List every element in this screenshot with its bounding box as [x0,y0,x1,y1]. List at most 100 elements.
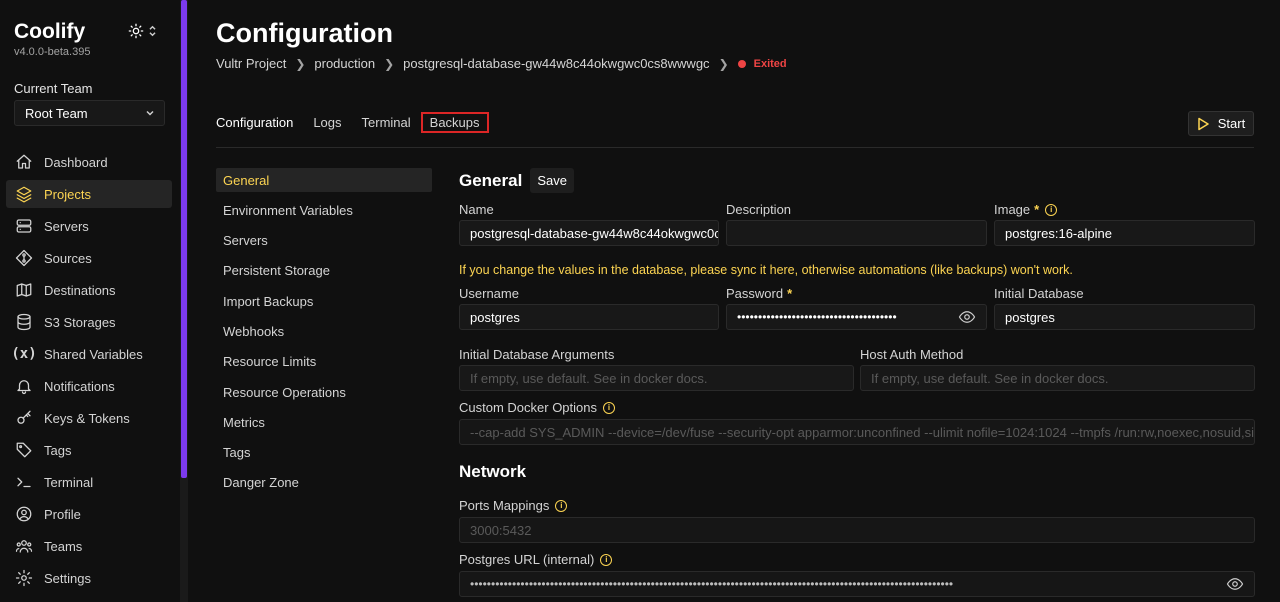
sidebar-item-settings[interactable]: Settings [6,564,172,592]
sidebar-item-keys-tokens[interactable]: Keys & Tokens [6,404,172,432]
breadcrumb-resource[interactable]: postgresql-database-gw44w8c44okwgwc0cs8w… [403,56,709,71]
image-label-text: Image [994,202,1031,217]
sidebar-item-servers[interactable]: Servers [6,212,172,240]
password-input[interactable]: •••••••••••••••••••••••••••••••••••••• [726,304,987,330]
sidebar-item-terminal[interactable]: Terminal [6,468,172,496]
info-icon[interactable]: i [600,553,613,566]
sidebar-item-tags[interactable]: Tags [6,436,172,464]
chevron-down-icon [146,110,154,116]
users-icon [14,536,34,556]
start-button[interactable]: Start [1188,111,1254,136]
info-icon[interactable]: i [603,401,615,414]
tab-logs[interactable]: Logs [313,115,341,130]
app-logo[interactable]: Coolify [14,20,85,44]
resource-tabs: Configuration Logs Terminal Backups [216,112,509,133]
status-dot-icon [737,59,746,68]
key-icon [14,408,34,428]
sidebar-item-sources[interactable]: Sources [6,244,172,272]
sidebar-item-label: S3 Storages [44,314,116,330]
sidebar-item-label: Profile [44,506,81,522]
eye-icon[interactable] [1226,575,1244,593]
tab-terminal[interactable]: Terminal [362,115,411,130]
sidebar-item-destinations[interactable]: Destinations [6,276,172,304]
subnav-item-danger-zone[interactable]: Danger Zone [216,471,432,495]
map-icon [14,280,34,300]
subnav-item-servers[interactable]: Servers [216,229,432,253]
database-icon [14,312,34,332]
initial-database-label-text: Initial Database [994,286,1084,301]
username-input[interactable]: postgres [459,304,719,330]
sidebar-item-notifications[interactable]: Notifications [6,372,172,400]
tab-backups[interactable]: Backups [420,112,489,133]
description-input[interactable] [726,220,987,246]
subnav-item-general[interactable]: General [216,168,432,192]
sync-warning: If you change the values in the database… [459,263,1073,277]
ports-mappings-input[interactable]: 3000:5432 [459,517,1255,543]
postgres-url-input[interactable]: ••••••••••••••••••••••••••••••••••••••••… [459,571,1255,597]
user-icon [14,504,34,524]
sidebar-item-label: Terminal [44,474,94,490]
general-title: General [459,170,523,190]
subnav-item-persistent-storage[interactable]: Persistent Storage [216,259,432,283]
app-root: Coolify v4.0.0-beta.395 Current Team Roo… [0,0,1280,602]
host-auth-label-text: Host Auth Method [860,347,964,362]
sidebar-item-label: Tags [44,442,72,458]
initial-database-input[interactable]: postgres [994,304,1255,330]
team-select-value: Root Team [25,105,88,121]
host-auth-input[interactable]: If empty, use default. See in docker doc… [860,365,1255,391]
subnav-item-environment-variables[interactable]: Environment Variables [216,198,432,222]
init-args-input[interactable]: If empty, use default. See in docker doc… [459,365,854,391]
sidebar-item-projects[interactable]: Projects [6,180,172,208]
save-button[interactable]: Save [530,168,574,193]
required-marker: * [787,286,793,301]
subnav-item-resource-operations[interactable]: Resource Operations [216,380,432,404]
image-input[interactable]: postgres:16-alpine [994,220,1255,246]
sidebar-item-profile[interactable]: Profile [6,500,172,528]
scrollbar-thumb[interactable] [181,0,187,478]
eye-icon[interactable] [958,308,976,326]
variable-icon: (x) [11,346,37,362]
name-input[interactable]: postgresql-database-gw44w8c44okwgwc0cs8w… [459,220,719,246]
sidebar-item-teams[interactable]: Teams [6,532,172,560]
chevron-right-icon: ❯ [718,56,729,71]
docker-options-input[interactable]: --cap-add SYS_ADMIN --device=/dev/fuse -… [459,419,1255,445]
sidebar-nav: Dashboard Projects Servers Sources Desti… [6,148,172,596]
sidebar-item-label: Servers [44,218,89,234]
start-button-label: Start [1217,116,1246,131]
sidebar-scrollbar[interactable] [180,0,188,602]
chevron-right-icon: ❯ [295,56,306,71]
breadcrumb-project[interactable]: Vultr Project [216,56,286,71]
info-icon[interactable]: i [1045,203,1058,216]
required-marker: * [1034,202,1040,217]
subnav-item-tags[interactable]: Tags [216,441,432,465]
name-label: Name [459,202,494,217]
sidebar-item-label: Keys & Tokens [44,410,130,426]
theme-toggle-button[interactable] [128,22,162,40]
password-label: Password * [726,286,792,301]
sidebar-item-s3-storages[interactable]: S3 Storages [6,308,172,336]
current-team-label: Current Team [14,81,93,96]
sidebar-item-label: Shared Variables [44,346,143,362]
play-icon [1198,117,1209,130]
postgres-url-mask: ••••••••••••••••••••••••••••••••••••••••… [470,577,954,591]
subnav-item-import-backups[interactable]: Import Backups [216,289,432,313]
breadcrumb: Vultr Project ❯ production ❯ postgresql-… [216,56,787,71]
subnav-item-webhooks[interactable]: Webhooks [216,319,432,343]
ports-mappings-label-text: Ports Mappings [459,498,550,513]
sidebar-item-shared-variables[interactable]: (x) Shared Variables [6,340,172,368]
password-label-text: Password [726,286,784,301]
subnav-item-metrics[interactable]: Metrics [216,410,432,434]
username-label-text: Username [459,286,519,301]
ports-mappings-label: Ports Mappings i [459,498,568,513]
docker-options-label-text: Custom Docker Options [459,400,597,415]
tab-configuration[interactable]: Configuration [216,115,293,130]
sidebar-item-label: Teams [44,538,83,554]
init-args-label: Initial Database Arguments [459,347,614,362]
sidebar: Coolify v4.0.0-beta.395 Current Team Roo… [0,0,180,602]
breadcrumb-environment[interactable]: production [314,56,375,71]
sidebar-item-label: Projects [44,186,91,202]
info-icon[interactable]: i [555,499,568,512]
team-select[interactable]: Root Team [14,100,165,126]
sidebar-item-dashboard[interactable]: Dashboard [6,148,172,176]
subnav-item-resource-limits[interactable]: Resource Limits [216,350,432,374]
